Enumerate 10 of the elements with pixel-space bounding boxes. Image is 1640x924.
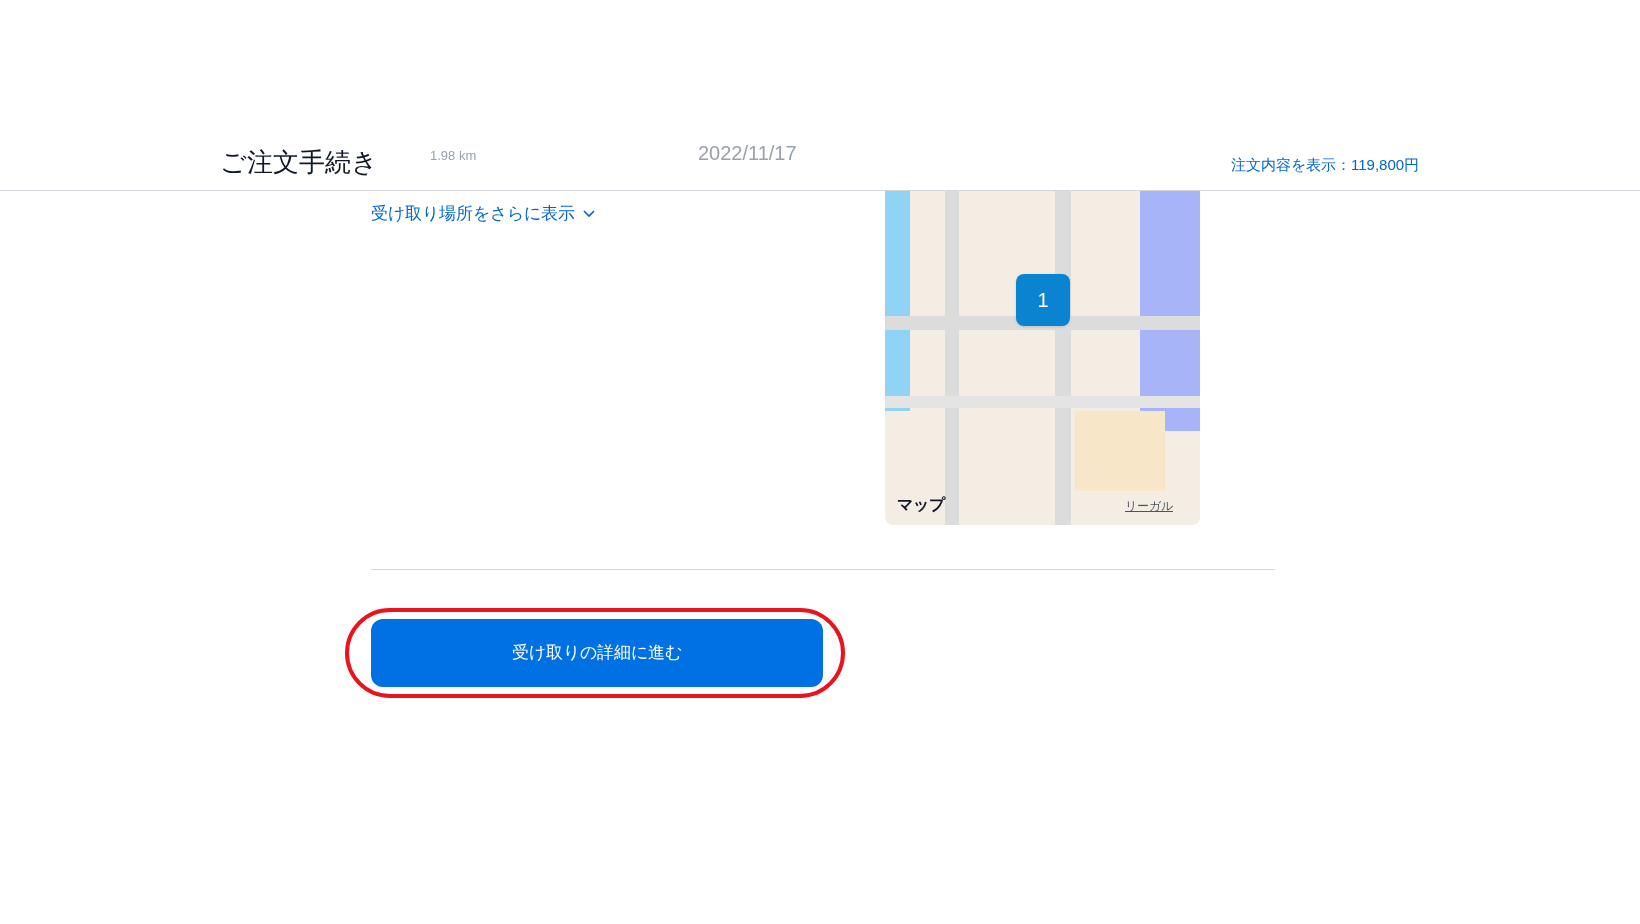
chevron-down-icon — [583, 209, 595, 218]
map-attribution: マップ — [897, 495, 945, 515]
legal-link[interactable]: リーガル — [1125, 497, 1173, 515]
date-text: 2022/11/17 — [698, 141, 797, 166]
map-pin[interactable]: 1 — [1016, 274, 1070, 326]
continue-button[interactable]: 受け取りの詳細に進む — [371, 619, 823, 687]
order-summary-link[interactable]: 注文内容を表示：119,800円 — [1231, 154, 1420, 177]
distance-text: 1.98 km — [430, 147, 477, 165]
show-more-locations-link[interactable]: 受け取り場所をさらに表示 — [371, 201, 595, 227]
page-title: ご注文手続き — [220, 146, 378, 179]
